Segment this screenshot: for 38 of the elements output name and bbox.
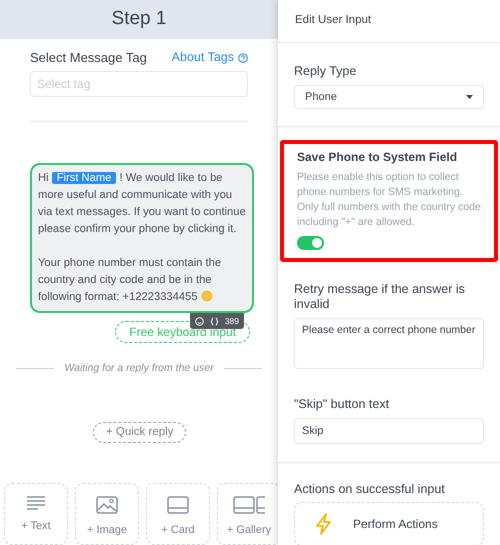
perform-actions-button[interactable]: Perform Actions <box>294 502 484 545</box>
add-block-button[interactable]: + Text <box>4 483 68 545</box>
gallery-icon <box>233 496 265 514</box>
field-label: "Skip" button text <box>294 396 390 413</box>
field-label: Select Message Tag <box>30 48 147 67</box>
toggle-switch[interactable] <box>297 236 324 250</box>
add-block-label: + Gallery <box>226 523 272 538</box>
option-description: Please enable this option to collect phone numbers for SMS marketing. Only full numbers with the country code including "+" are allowed. <box>297 170 481 230</box>
field-label: Reply Type <box>294 63 358 80</box>
caret-icon <box>466 94 473 99</box>
step-header: Step 1 <box>0 0 278 39</box>
field-label: Retry message if the answer is invalid <box>294 282 466 312</box>
help-icon <box>238 52 248 63</box>
add-block-label: + Text <box>21 519 51 534</box>
message-text: Your phone number must contain the country and city code and be in the following format: +12223334455 <box>38 256 222 306</box>
emoji-icon <box>200 290 213 302</box>
waiting-text: Waiting for a reply from the user <box>64 360 214 376</box>
option-title: Save Phone to System Field <box>297 148 458 166</box>
add-block-label: + Card <box>161 523 195 538</box>
panel-title: Edit User Input <box>278 0 500 43</box>
emoji-icon[interactable] <box>194 316 204 326</box>
message-text: Hi First Name ! We would like to be more useful and communicate with you via text messages. If you want to continue please confirm your phone by clicking it. <box>38 171 246 238</box>
quick-reply-button[interactable]: + Quick reply <box>93 422 186 443</box>
message-bubble[interactable] <box>30 163 254 314</box>
skip-text-field[interactable]: Skip <box>294 418 484 444</box>
reply-type-select[interactable]: Phone <box>294 84 484 109</box>
image-icon <box>96 496 118 514</box>
add-block-button[interactable]: + Card <box>146 483 210 545</box>
retry-message-field[interactable]: Please enter a correct phone number <box>294 318 484 369</box>
add-block-label: + Image <box>86 523 128 538</box>
variable-tag[interactable]: First Name <box>52 172 116 184</box>
text-lines-icon <box>26 496 46 510</box>
field-label: Actions on successful input <box>294 480 446 498</box>
add-block-button[interactable]: + Image <box>75 483 139 545</box>
about-tags-link[interactable]: About Tags <box>172 48 248 67</box>
lightning-icon <box>315 513 333 536</box>
variable-icon[interactable] <box>210 316 219 326</box>
card-icon <box>167 496 189 514</box>
